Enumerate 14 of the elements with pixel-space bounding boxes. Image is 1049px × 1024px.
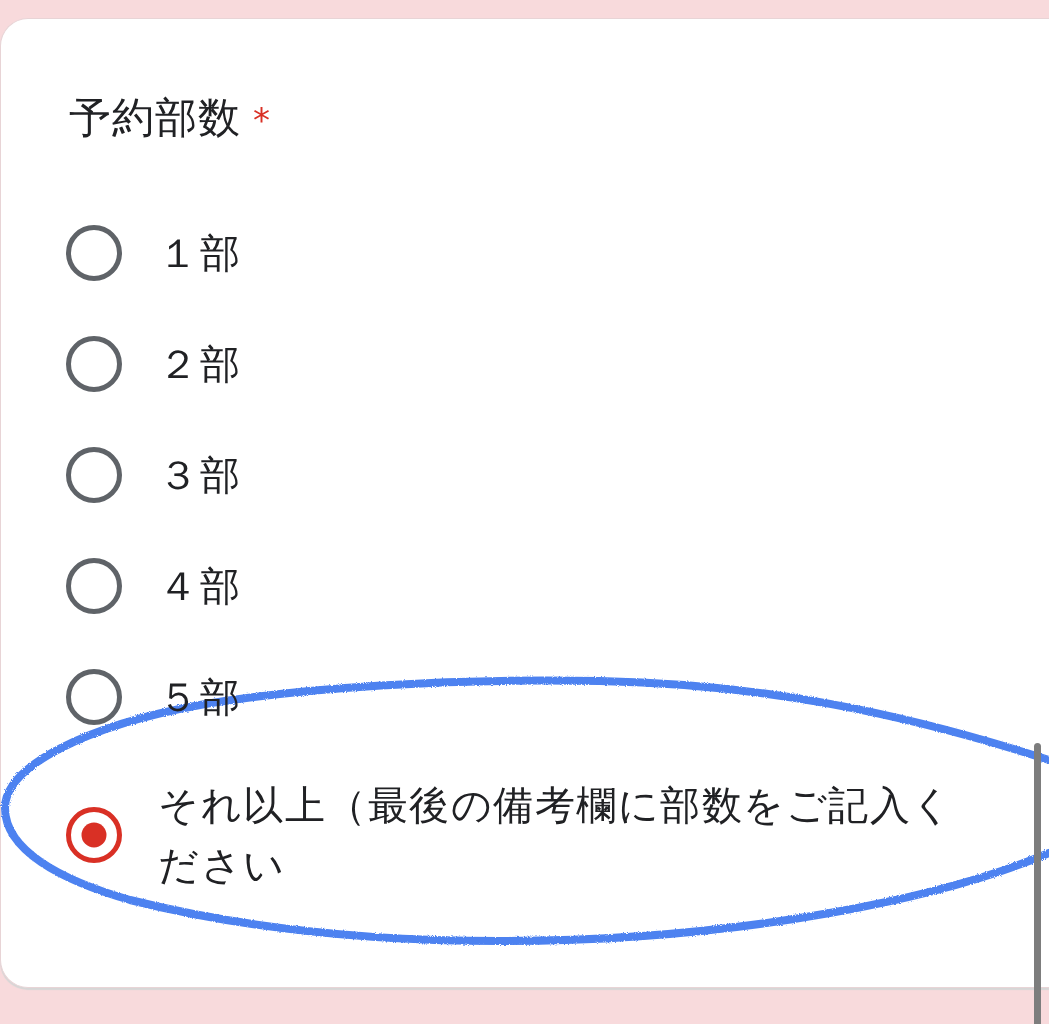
option-label[interactable]: ３部 [158,444,241,505]
question-title: 予約部数 [69,93,241,143]
scrollbar-thumb[interactable] [1034,743,1041,1024]
option-label[interactable]: ４部 [158,555,241,616]
option-label[interactable]: ２部 [158,333,241,394]
radio-button[interactable] [66,446,122,503]
radio-button[interactable] [66,224,122,281]
radio-button[interactable] [66,335,122,392]
option-label[interactable]: それ以上（最後の備考欄に部数をご記入ください [158,775,958,895]
option-label[interactable]: １部 [158,222,241,283]
radio-button[interactable] [66,557,122,614]
radio-button[interactable] [66,668,122,725]
required-asterisk: * [253,99,270,142]
radio-button[interactable] [66,807,122,863]
